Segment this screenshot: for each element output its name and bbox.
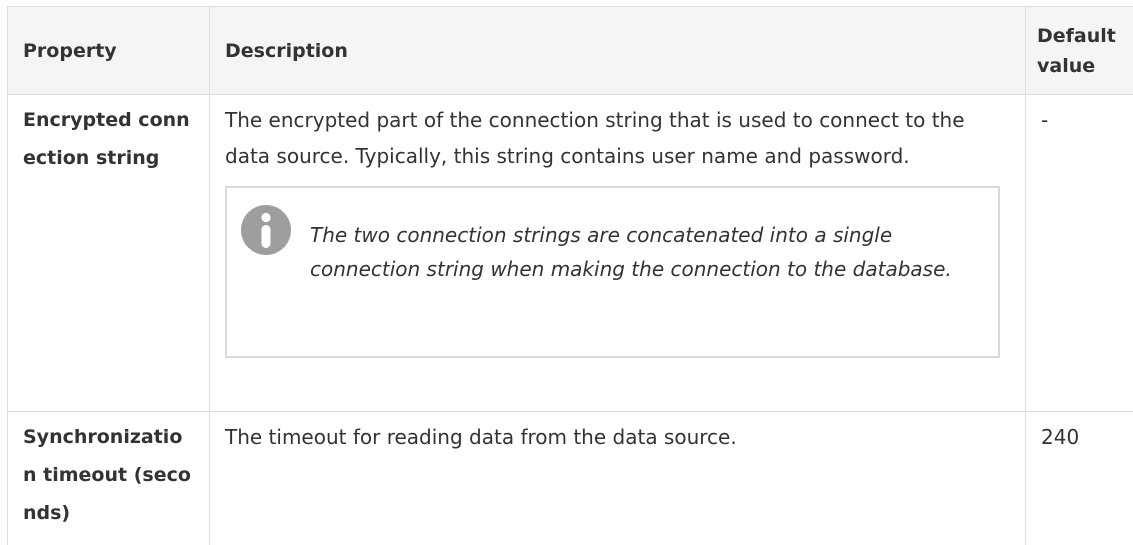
description-text: The timeout for reading data from the da…: [225, 425, 737, 449]
property-name: Synchronization timeout (seconds): [23, 426, 191, 524]
header-default-value: Default value: [1025, 6, 1133, 95]
note-text: The two connection strings are concatena…: [310, 223, 952, 281]
note-box: The two connection strings are concatena…: [225, 186, 1000, 358]
header-property-label: Property: [23, 39, 117, 62]
default-value-cell: -: [1025, 94, 1133, 412]
page: Property Description Default value Encry…: [0, 0, 1133, 545]
property-name: Encrypted connection string: [23, 109, 190, 169]
description-cell: The encrypted part of the connection str…: [209, 94, 1026, 412]
default-value: 240: [1041, 425, 1080, 449]
table-row: Encrypted connection string The encrypte…: [7, 94, 1133, 412]
property-cell: Synchronization timeout (seconds): [7, 411, 210, 545]
header-default-value-label: Default value: [1037, 24, 1116, 77]
table-header-row: Property Description Default value: [7, 6, 1133, 95]
property-cell: Encrypted connection string: [7, 94, 210, 412]
default-value-cell: 240: [1025, 411, 1133, 545]
default-value: -: [1041, 108, 1049, 132]
properties-table: Property Description Default value Encry…: [7, 6, 1133, 545]
info-icon: [241, 205, 291, 255]
table-row: Synchronization timeout (seconds) The ti…: [7, 411, 1133, 545]
header-description: Description: [209, 6, 1026, 95]
header-property: Property: [7, 6, 210, 95]
description-text: The encrypted part of the connection str…: [225, 108, 965, 168]
description-cell: The timeout for reading data from the da…: [209, 411, 1026, 545]
header-description-label: Description: [225, 39, 348, 62]
